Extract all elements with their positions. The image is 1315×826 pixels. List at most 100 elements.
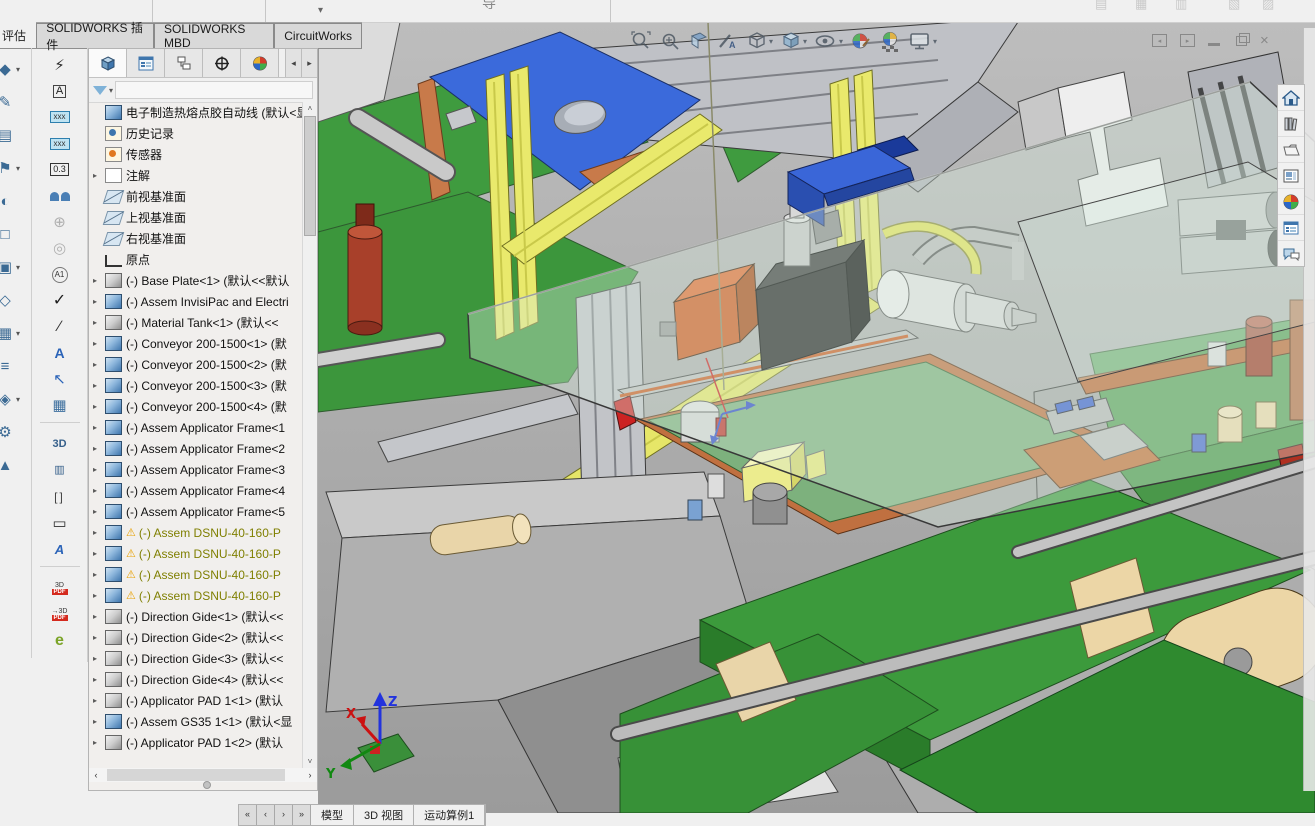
toolbar-button[interactable]: ▭ bbox=[45, 512, 75, 534]
tree-item[interactable]: ▸ (-) Direction Gide<3> (默认<< bbox=[89, 648, 303, 669]
tree-item[interactable]: ▸ (-) Assem Applicator Frame<5 bbox=[89, 501, 303, 522]
zoom-fit-icon[interactable] bbox=[630, 30, 652, 52]
tree-item[interactable]: 上视基准面 bbox=[89, 207, 303, 228]
section-view-icon[interactable] bbox=[688, 30, 710, 52]
tab-display-manager[interactable] bbox=[241, 49, 279, 77]
tree-item[interactable]: ▸ (-) Material Tank<1> (默认<< bbox=[89, 312, 303, 333]
edit-appearance-icon[interactable] bbox=[850, 30, 872, 52]
expander-icon[interactable]: ▸ bbox=[93, 528, 105, 537]
expander-icon[interactable]: ▸ bbox=[93, 297, 105, 306]
scroll-right-icon[interactable]: › bbox=[303, 770, 317, 780]
tree-item[interactable]: ▸ (-) Assem Applicator Frame<1 bbox=[89, 417, 303, 438]
toolbar-button[interactable]: ◆ ▾ bbox=[0, 58, 20, 80]
tree-item[interactable]: ▸ (-) Direction Gide<4> (默认<< bbox=[89, 669, 303, 690]
filter-funnel-icon[interactable] bbox=[93, 85, 107, 95]
toolbar-button[interactable]: →3D PDF bbox=[45, 604, 75, 626]
tree-item[interactable]: ▸ (-) Conveyor 200-1500<3> (默 bbox=[89, 375, 303, 396]
toolbar-button[interactable]: ▲▾ bbox=[0, 454, 20, 476]
toolbar-button[interactable]: ◎ bbox=[45, 237, 75, 259]
tree-item[interactable]: ▸ (-) Conveyor 200-1500<2> (默 bbox=[89, 354, 303, 375]
hide-show-items-icon[interactable]: ▾ bbox=[814, 30, 843, 52]
first-tab-icon[interactable]: « bbox=[239, 805, 257, 825]
tree-horizontal-scrollbar[interactable]: ‹ › bbox=[89, 768, 317, 782]
expander-icon[interactable]: ▸ bbox=[93, 465, 105, 474]
toolbar-button[interactable]: ∕ bbox=[45, 316, 75, 338]
toolbar-button[interactable]: ✓ bbox=[45, 290, 75, 312]
tree-filter-input[interactable] bbox=[115, 81, 313, 99]
toolbar-button[interactable]: ⚡ bbox=[45, 54, 75, 76]
view-orientation-icon[interactable]: ▾ bbox=[746, 30, 773, 52]
toolbar-button[interactable]: xxx bbox=[45, 106, 75, 128]
tree-item[interactable]: ▸ (-) Base Plate<1> (默认<<默认 bbox=[89, 270, 303, 291]
expander-icon[interactable]: ▸ bbox=[93, 633, 105, 642]
minimize-icon[interactable] bbox=[1208, 42, 1220, 46]
zoom-area-icon[interactable] bbox=[659, 30, 681, 52]
toolbar-button[interactable]: ✎▾ bbox=[0, 91, 20, 113]
view-settings-icon[interactable]: ▾ bbox=[908, 30, 937, 52]
tree-item[interactable]: ▸ ⚠ (-) Assem DSNU-40-160-P bbox=[89, 543, 303, 564]
graphics-area[interactable]: Z X Y bbox=[310, 21, 1315, 814]
tree-item[interactable]: 前视基准面 bbox=[89, 186, 303, 207]
toolbar-button[interactable]: 0.3 bbox=[45, 159, 75, 181]
toolbar-button[interactable]: A bbox=[45, 80, 75, 102]
expander-icon[interactable]: ▸ bbox=[93, 318, 105, 327]
expander-icon[interactable]: ▸ bbox=[93, 381, 105, 390]
forum-icon[interactable] bbox=[1278, 241, 1304, 266]
apply-scene-icon[interactable] bbox=[879, 30, 901, 52]
tree-root-item[interactable]: 电子制造热熔点胶自动线 (默认<显示 bbox=[89, 102, 303, 123]
fm-tab-scroll-left[interactable]: ◂ bbox=[285, 49, 301, 77]
toolbar-button[interactable]: e bbox=[45, 630, 75, 652]
tab-model[interactable]: 模型 bbox=[311, 805, 354, 825]
toolbar-button[interactable]: ◇▾ bbox=[0, 289, 20, 311]
expander-icon[interactable]: ▸ bbox=[93, 171, 105, 180]
toolbar-button[interactable]: [] bbox=[45, 486, 75, 508]
next-tab-icon[interactable]: › bbox=[275, 805, 293, 825]
flyout-arrow-icon[interactable]: ▾ bbox=[318, 5, 323, 16]
tree-item[interactable]: ▸ (-) Assem Applicator Frame<3 bbox=[89, 459, 303, 480]
tree-item[interactable]: ▸ (-) Applicator PAD 1<2> (默认 bbox=[89, 732, 303, 753]
filter-dropdown-icon[interactable]: ▾ bbox=[109, 86, 113, 95]
tree-item[interactable]: ▸ ⚠ (-) Assem DSNU-40-160-P bbox=[89, 522, 303, 543]
tab-3d-views[interactable]: 3D 视图 bbox=[354, 805, 415, 825]
previous-window-icon[interactable]: ◂ bbox=[1152, 34, 1167, 47]
restore-icon[interactable] bbox=[1236, 32, 1250, 46]
scroll-left-icon[interactable]: ‹ bbox=[89, 770, 103, 780]
tab-property-manager[interactable] bbox=[127, 49, 165, 77]
tree-item[interactable]: ▸ (-) Conveyor 200-1500<1> (默 bbox=[89, 333, 303, 354]
expander-icon[interactable]: ▸ bbox=[93, 486, 105, 495]
display-style-icon[interactable]: ▾ bbox=[780, 30, 807, 52]
expander-icon[interactable]: ▸ bbox=[93, 507, 105, 516]
tree-item[interactable]: ▸ (-) Direction Gide<2> (默认<< bbox=[89, 627, 303, 648]
toolbar-button[interactable]: ↖ bbox=[45, 368, 75, 390]
toolbar-button[interactable]: A bbox=[39, 538, 80, 568]
appearances-icon[interactable] bbox=[1278, 189, 1304, 215]
toolbar-button[interactable]: ▣ ▾ bbox=[0, 256, 20, 278]
file-explorer-icon[interactable] bbox=[1278, 137, 1304, 163]
toolbar-button[interactable]: ◐▾ bbox=[0, 190, 20, 212]
scrollbar-thumb[interactable] bbox=[304, 116, 316, 236]
toolbar-button[interactable]: ≡▾ bbox=[0, 355, 20, 377]
toolbar-button[interactable]: 3D bbox=[45, 434, 75, 456]
tree-item[interactable]: ▸ (-) Assem Applicator Frame<4 bbox=[89, 480, 303, 501]
expander-icon[interactable]: ▸ bbox=[93, 591, 105, 600]
tab-circuitworks[interactable]: CircuitWorks bbox=[274, 23, 363, 48]
tree-item[interactable]: ▸ 注解 bbox=[89, 165, 303, 186]
tree-item[interactable]: ▸ (-) Assem InvisiPac and Electri bbox=[89, 291, 303, 312]
tree-item[interactable]: ▸ ⚠ (-) Assem DSNU-40-160-P bbox=[89, 585, 303, 606]
tab-featuremanager-design-tree[interactable] bbox=[89, 49, 127, 77]
expander-icon[interactable]: ▸ bbox=[93, 570, 105, 579]
tree-item[interactable]: ▸ (-) Applicator PAD 1<1> (默认 bbox=[89, 690, 303, 711]
tab-motion-study[interactable]: 运动算例1 bbox=[414, 805, 486, 825]
tree-item[interactable]: ▸ (-) Assem GS35 1<1> (默认<显 bbox=[89, 711, 303, 732]
home-icon[interactable] bbox=[1278, 85, 1304, 111]
toolbar-button[interactable]: ▤▾ bbox=[0, 124, 20, 146]
toolbar-button[interactable]: ⊕ bbox=[45, 211, 75, 233]
close-icon[interactable]: × bbox=[1260, 33, 1269, 48]
measure-icon[interactable]: A bbox=[717, 30, 739, 52]
toolbar-button[interactable]: ◈ ▾ bbox=[0, 388, 20, 410]
toolbar-button[interactable] bbox=[45, 185, 75, 207]
tree-item[interactable]: 右视基准面 bbox=[89, 228, 303, 249]
panel-splitter-handle[interactable] bbox=[203, 781, 211, 789]
fm-tab-scroll-right[interactable]: ▸ bbox=[301, 49, 317, 77]
toolbar-button[interactable]: □▾ bbox=[0, 223, 20, 245]
